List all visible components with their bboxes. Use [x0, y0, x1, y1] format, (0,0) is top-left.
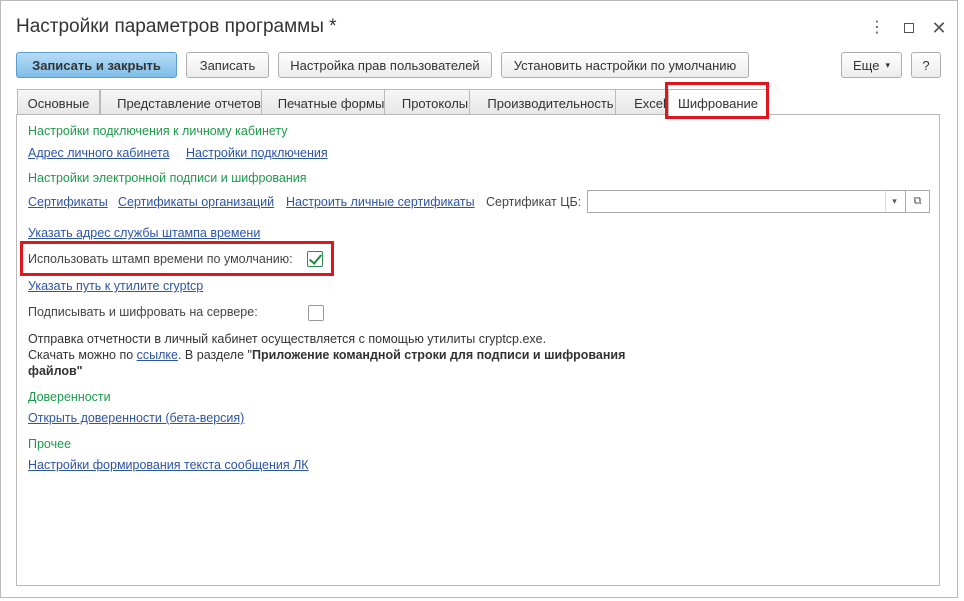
info-line-3: файлов": [28, 364, 83, 378]
link-timestamp-service[interactable]: Указать адрес службы штампа времени: [28, 226, 260, 240]
close-icon[interactable]: ✕: [929, 18, 949, 38]
section-other-title: Прочее: [28, 437, 72, 451]
tab-encryption[interactable]: Шифрование: [668, 89, 768, 117]
user-rights-button[interactable]: Настройка прав пользователей: [278, 52, 492, 78]
sign-on-server-label: Подписывать и шифровать на сервере:: [28, 305, 258, 319]
info-suffix: ": [76, 364, 83, 378]
link-open-proxies[interactable]: Открыть доверенности (бета-версия): [28, 411, 244, 425]
open-window-icon[interactable]: ⧉: [905, 191, 929, 212]
info-bold: Приложение командной строки для подписи …: [251, 348, 626, 362]
section-proxies-title: Доверенности: [28, 390, 111, 404]
set-defaults-button[interactable]: Установить настройки по умолчанию: [501, 52, 749, 78]
use-timestamp-checkbox[interactable]: [307, 251, 323, 267]
tab-performance[interactable]: Производительность: [469, 89, 632, 116]
chevron-down-icon[interactable]: ▾: [885, 191, 903, 212]
link-certificates[interactable]: Сертификаты: [28, 195, 108, 209]
more-button-label: Еще: [853, 57, 880, 73]
section-cabinet-title: Настройки подключения к личному кабинету: [28, 124, 288, 138]
tab-report-view[interactable]: Представление отчетов: [100, 89, 278, 116]
tab-print-forms[interactable]: Печатные формы: [261, 89, 401, 116]
link-org-certificates[interactable]: Сертификаты организаций: [118, 195, 274, 209]
cert-cb-label: Сертификат ЦБ:: [486, 195, 582, 209]
window-title: Настройки параметров программы *: [16, 16, 337, 37]
info-line-1: Отправка отчетности в личный кабинет осу…: [28, 332, 547, 346]
download-link[interactable]: ссылке: [137, 348, 178, 362]
sign-on-server-checkbox[interactable]: [308, 305, 324, 321]
link-lk-message-settings[interactable]: Настройки формирования текста сообщения …: [28, 458, 309, 472]
info-mid: . В разделе ": [177, 348, 252, 362]
chevron-down-icon: ▾: [885, 59, 890, 70]
link-cryptcp-path[interactable]: Указать путь к утилите cryptcp: [28, 279, 203, 293]
more-options-icon[interactable]: ⋮: [867, 18, 887, 38]
link-connection-settings[interactable]: Настройки подключения: [186, 146, 328, 160]
more-button[interactable]: Еще ▾: [841, 52, 902, 78]
cert-cb-select[interactable]: ▾ ⧉: [587, 190, 930, 213]
save-and-close-button[interactable]: Записать и закрыть: [16, 52, 177, 78]
use-timestamp-label: Использовать штамп времени по умолчанию:: [28, 252, 293, 266]
section-signature-title: Настройки электронной подписи и шифрован…: [28, 171, 307, 185]
help-button[interactable]: ?: [911, 52, 941, 78]
info-prefix: Скачать можно по: [28, 348, 137, 362]
info-bold-2: файлов: [28, 364, 77, 378]
link-personal-certificates[interactable]: Настроить личные сертификаты: [286, 195, 475, 209]
tab-main[interactable]: Основные: [17, 89, 100, 116]
info-line-2: Скачать можно по ссылке. В разделе "Прил…: [28, 348, 625, 362]
maximize-icon[interactable]: [899, 18, 919, 38]
save-button[interactable]: Записать: [186, 52, 269, 78]
link-cabinet-address[interactable]: Адрес личного кабинета: [28, 146, 169, 160]
